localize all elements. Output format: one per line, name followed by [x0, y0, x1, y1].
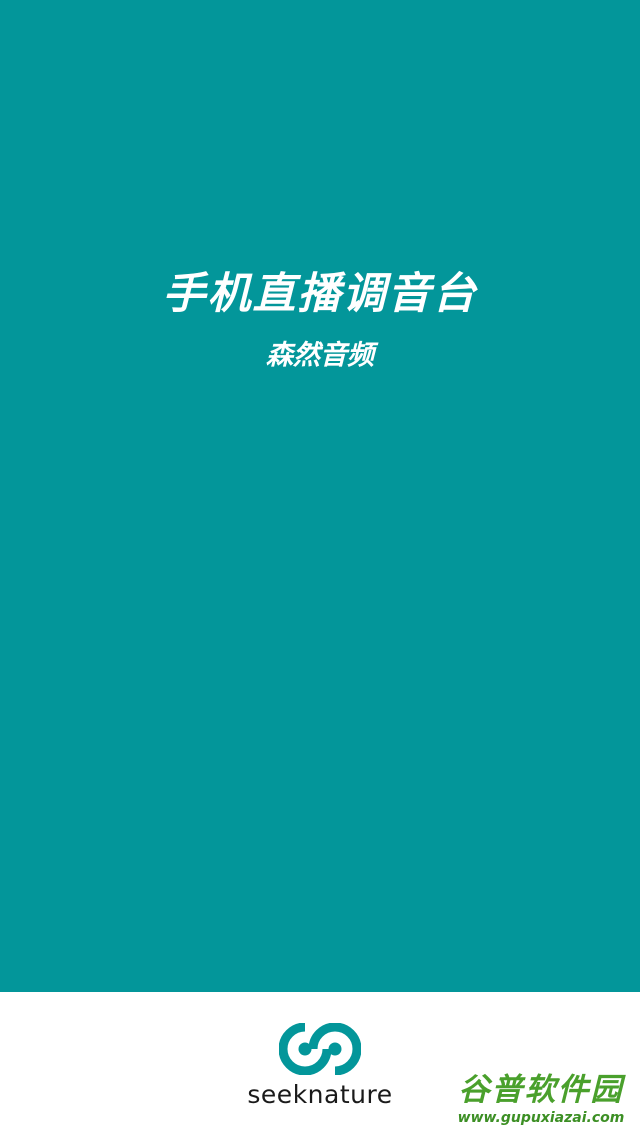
splash-screen: 手机直播调音台 森然音频	[0, 0, 640, 992]
watermark-title: 谷普软件园	[458, 1072, 624, 1108]
footer: seeknature 谷普软件园 www.gupuxiazai.com	[0, 992, 640, 1138]
app-subtitle: 森然音频	[266, 340, 374, 371]
watermark-url: www.gupuxiazai.com	[457, 1110, 625, 1126]
watermark: 谷普软件园 www.gupuxiazai.com	[444, 1071, 638, 1135]
app-title: 手机直播调音台	[162, 269, 478, 319]
seeknature-logo-icon	[279, 1023, 361, 1075]
